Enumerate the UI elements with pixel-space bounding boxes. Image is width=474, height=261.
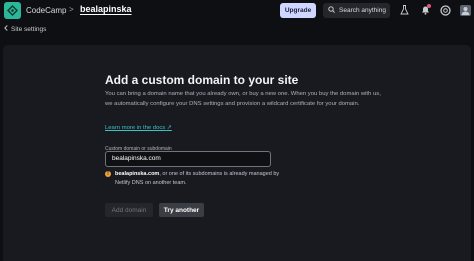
lab-icon[interactable] (398, 4, 410, 16)
breadcrumb-separator: > (69, 5, 74, 14)
warning-text: bealapinska.com, or one of its subdomain… (115, 170, 285, 187)
notification-dot (427, 4, 431, 8)
domain-warning-message: ! bealapinska.com, or one of its subdoma… (105, 170, 285, 187)
learn-more-link[interactable]: Learn more in the docs ↗ (105, 125, 172, 131)
learn-more-label: Learn more in the docs (105, 125, 166, 131)
search-button[interactable]: Search anything (323, 3, 390, 18)
external-link-icon: ↗ (166, 125, 172, 131)
add-domain-button[interactable]: Add domain (105, 203, 153, 217)
chevron-left-icon (4, 25, 8, 33)
search-label: Search anything (339, 7, 386, 14)
breadcrumb-site-name[interactable]: bealapinska (80, 4, 132, 14)
warning-icon: ! (105, 171, 111, 177)
warning-domain: bealapinska.com (115, 171, 160, 177)
search-icon (328, 6, 335, 15)
brand-name[interactable]: CodeCamp (26, 6, 66, 15)
upgrade-button[interactable]: Upgrade (280, 3, 316, 18)
back-to-site-settings-link[interactable]: Site settings (4, 25, 46, 33)
bell-icon[interactable] (419, 4, 431, 16)
back-link-label: Site settings (11, 25, 47, 33)
top-bar: CodeCamp > bealapinska Upgrade Search an… (0, 0, 474, 22)
page-title: Add a custom domain to your site (105, 73, 299, 87)
page-description: You can bring a domain name that you alr… (105, 91, 381, 107)
logo-icon[interactable] (4, 2, 21, 19)
domain-input[interactable]: bealapinska.com (105, 151, 271, 167)
avatar[interactable] (459, 4, 471, 16)
try-another-button[interactable]: Try another (159, 203, 204, 217)
help-icon[interactable] (439, 4, 451, 16)
